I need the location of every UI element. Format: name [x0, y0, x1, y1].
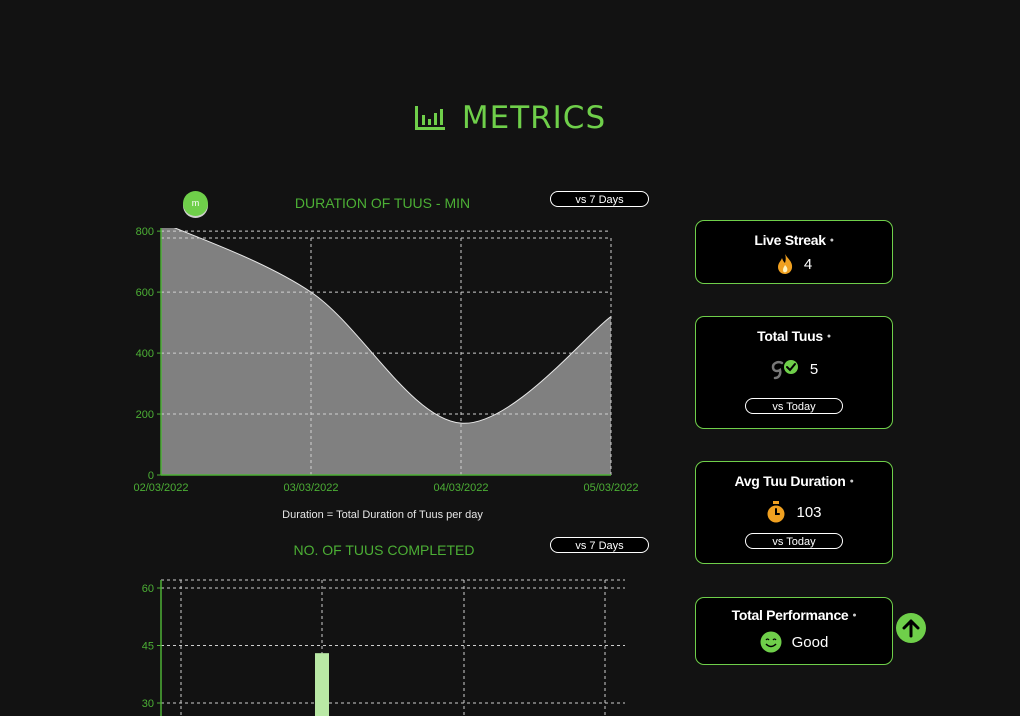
duration-chart-caption: Duration = Total Duration of Tuus per da…	[282, 509, 483, 521]
avg-duration-value: 103	[796, 503, 822, 521]
total-tuus-title: Total Tuus	[757, 328, 823, 344]
scroll-to-top-button[interactable]	[896, 613, 926, 643]
y-tick-label: 800	[136, 226, 154, 238]
arrow-up-icon	[902, 619, 920, 638]
info-pin-icon[interactable]: ●	[827, 333, 831, 340]
performance-card: Total Performance ● Good	[695, 597, 893, 665]
x-tick-label: 02/03/2022	[133, 482, 188, 494]
tuu-logo-icon	[771, 360, 798, 380]
y-tick-label: 0	[148, 470, 154, 482]
performance-title: Total Performance	[731, 607, 849, 623]
total-tuus-value: 5	[809, 360, 819, 378]
y-tick-label: 200	[136, 409, 154, 421]
info-pin-icon[interactable]: ●	[852, 612, 856, 619]
page-header: METRICS	[0, 100, 1020, 136]
flame-icon	[777, 254, 792, 274]
bar	[315, 653, 329, 716]
performance-value: Good	[791, 633, 829, 651]
avg-duration-card: Avg Tuu Duration ● 103 vs Today	[695, 461, 893, 564]
live-streak-value: 4	[803, 255, 813, 273]
y-tick-label: 30	[142, 698, 154, 710]
completed-chart: 30 45 60	[142, 579, 625, 716]
user-badge[interactable]: m	[183, 191, 208, 216]
x-tick-label: 04/03/2022	[433, 482, 488, 494]
total-tuus-card: Total Tuus ● 5 vs Today	[695, 316, 893, 429]
y-tick-label: 60	[142, 583, 154, 595]
completed-chart-title: NO. OF TUUS COMPLETED	[293, 542, 475, 558]
duration-chart-title: DURATION OF TUUS - MIN	[294, 195, 471, 211]
smile-icon	[760, 631, 782, 653]
duration-area	[161, 228, 611, 475]
bar-chart-icon	[414, 106, 445, 130]
x-tick-label: 03/03/2022	[283, 482, 338, 494]
y-tick-label: 45	[142, 641, 154, 653]
info-pin-icon[interactable]: ●	[830, 237, 834, 244]
page-title: METRICS	[461, 100, 607, 136]
y-tick-label: 600	[136, 287, 154, 299]
x-tick-label: 05/03/2022	[583, 482, 638, 494]
total-tuus-compare-button[interactable]: vs Today	[745, 398, 843, 414]
live-streak-card: Live Streak ● 4	[695, 220, 893, 284]
duration-chart: 0 200 400 600 800 02/03/2022 03/03/2022 04/03/2…	[133, 226, 638, 494]
y-tick-label: 400	[136, 348, 154, 360]
duration-compare-button[interactable]: vs 7 Days	[550, 191, 649, 207]
completed-compare-button[interactable]: vs 7 Days	[550, 537, 649, 553]
live-streak-title: Live Streak	[754, 232, 826, 248]
avg-duration-title: Avg Tuu Duration	[734, 473, 846, 489]
info-pin-icon[interactable]: ●	[850, 478, 854, 485]
stopwatch-icon	[767, 501, 785, 523]
avg-duration-compare-button[interactable]: vs Today	[745, 533, 843, 549]
